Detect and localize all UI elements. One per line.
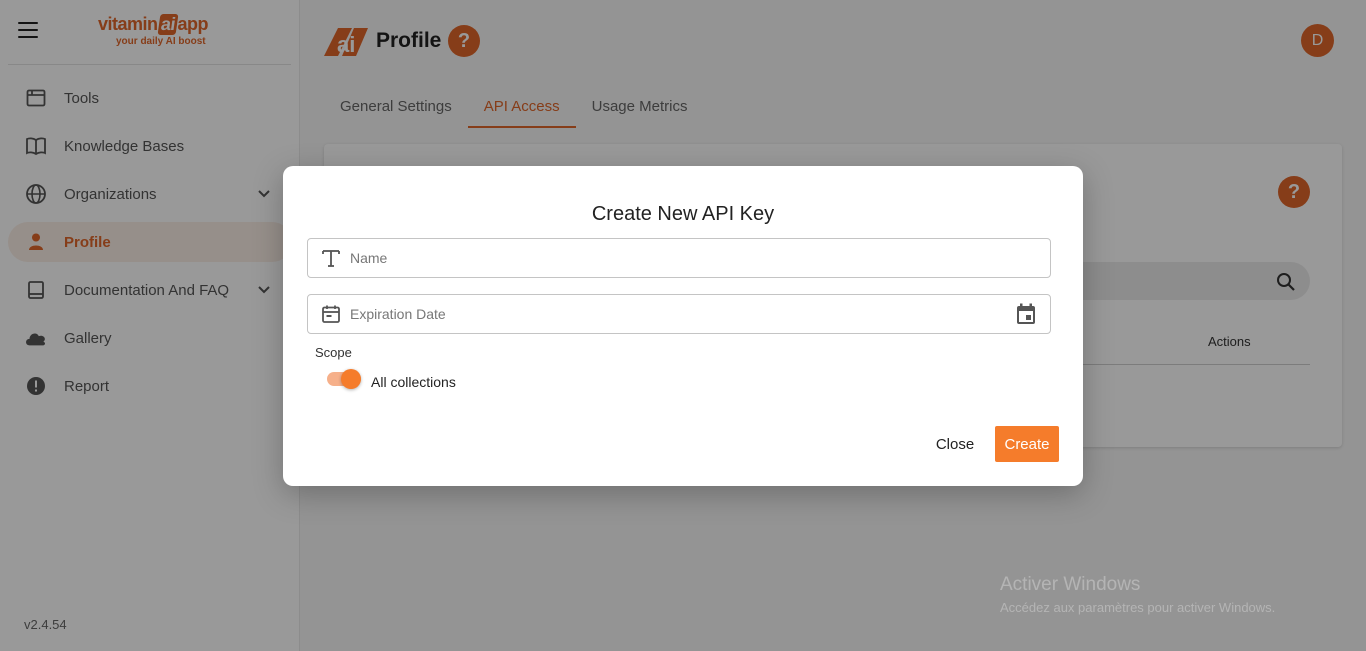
name-input[interactable] [350, 239, 1050, 277]
close-button[interactable]: Close [925, 426, 985, 462]
dialog-title: Create New API Key [591, 203, 775, 225]
name-field[interactable] [307, 238, 1051, 278]
all-collections-label: All collections [371, 374, 456, 390]
text-format-icon [320, 247, 342, 269]
create-button[interactable]: Create [995, 426, 1059, 462]
expiration-date-input[interactable] [350, 295, 1014, 333]
date-picker-icon[interactable] [1014, 302, 1038, 326]
all-collections-toggle[interactable] [327, 369, 361, 389]
create-api-key-dialog: Create New API Key Scope All collections… [283, 166, 1083, 486]
expiration-date-field[interactable] [307, 294, 1051, 334]
calendar-icon [320, 303, 342, 325]
watermark-subtitle: Accédez aux paramètres pour activer Wind… [1000, 600, 1276, 615]
scope-label: Scope [315, 345, 352, 360]
toggle-knob[interactable] [341, 369, 361, 389]
windows-watermark: Activer Windows Accédez aux paramètres p… [1000, 574, 1275, 615]
watermark-title: Activer Windows [1000, 574, 1141, 595]
